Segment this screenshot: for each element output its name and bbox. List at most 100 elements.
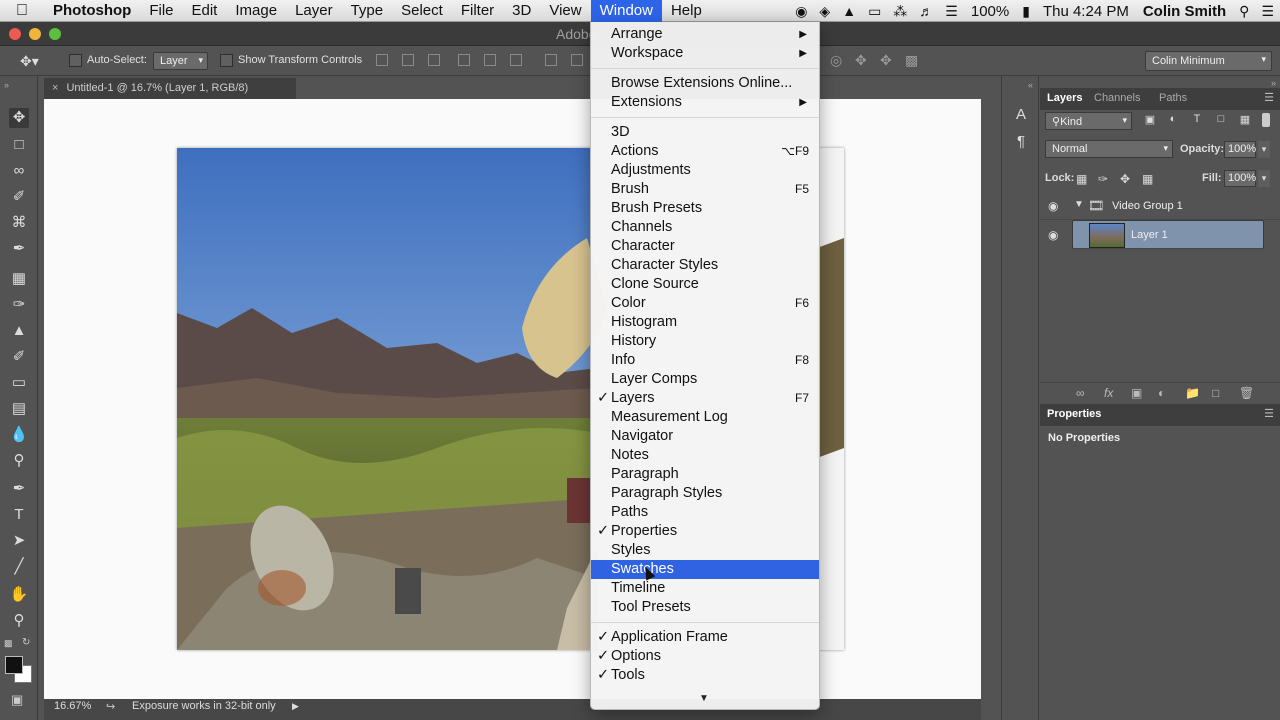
- apple-icon[interactable]: : [0, 2, 44, 20]
- menu-item-timeline[interactable]: Timeline: [591, 579, 819, 598]
- layer-row-video-group[interactable]: ◉ ▼ 🎞 Video Group 1: [1040, 193, 1280, 220]
- layers-panel-menu-icon[interactable]: ☰: [1264, 91, 1274, 104]
- collapse-tools-icon[interactable]: »: [4, 80, 9, 90]
- status-menu-arrow-icon[interactable]: ▶: [292, 701, 299, 712]
- document-tab[interactable]: × Untitled-1 @ 16.7% (Layer 1, RGB/8): [44, 78, 296, 99]
- gradient-tool-icon[interactable]: ▤: [9, 399, 29, 419]
- align-bottom-icon[interactable]: [428, 54, 440, 66]
- move-tool-icon[interactable]: ✥: [9, 108, 29, 128]
- foreground-color-swatch[interactable]: [5, 656, 23, 674]
- export-icon[interactable]: ↪: [106, 700, 115, 713]
- menu-item-brush[interactable]: Brush F5: [591, 180, 819, 199]
- menu-window[interactable]: Window: [590, 0, 662, 22]
- menu-item-channels[interactable]: Channels: [591, 218, 819, 237]
- menu-item-history[interactable]: History: [591, 332, 819, 351]
- creative-cloud-icon[interactable]: ◉: [789, 3, 813, 20]
- 3d-pan-icon[interactable]: ✥: [880, 52, 892, 69]
- menu-layer[interactable]: Layer: [286, 0, 342, 22]
- lock-all-icon[interactable]: ▦: [1142, 172, 1153, 186]
- lock-pixels-icon[interactable]: ✑: [1098, 172, 1108, 186]
- add-mask-icon[interactable]: ▣: [1131, 386, 1142, 400]
- filter-shape-icon[interactable]: □: [1214, 113, 1228, 127]
- pen-tool-icon[interactable]: ✒: [9, 479, 29, 499]
- filter-pixel-icon[interactable]: ▣: [1143, 113, 1157, 127]
- menu-item-adjustments[interactable]: Adjustments: [591, 161, 819, 180]
- menu-item-paths[interactable]: Paths: [591, 503, 819, 522]
- filter-adjustment-icon[interactable]: ◐: [1166, 113, 1180, 127]
- zoom-tool-icon[interactable]: ⚲: [9, 611, 29, 631]
- distribute-vcenter-icon[interactable]: [571, 54, 583, 66]
- layer-style-icon[interactable]: fx: [1104, 386, 1113, 400]
- align-vcenter-icon[interactable]: [402, 54, 414, 66]
- notification-icon[interactable]: ▲: [836, 3, 862, 19]
- menu-filter[interactable]: Filter: [452, 0, 503, 22]
- menu-select[interactable]: Select: [392, 0, 452, 22]
- app-menu[interactable]: Photoshop: [44, 0, 140, 22]
- 3d-roll-icon[interactable]: ✥: [855, 52, 867, 69]
- eraser-tool-icon[interactable]: ▭: [9, 373, 29, 393]
- marquee-tool-icon[interactable]: □: [9, 135, 29, 155]
- path-selection-tool-icon[interactable]: ➤: [9, 531, 29, 551]
- menu-help[interactable]: Help: [662, 0, 711, 22]
- menu-item-measurement-log[interactable]: Measurement Log: [591, 408, 819, 427]
- filter-type-icon[interactable]: T: [1190, 113, 1204, 127]
- menu-item-swatches[interactable]: Swatches: [591, 560, 819, 579]
- menu-item-info[interactable]: Info F8: [591, 351, 819, 370]
- menu-item-actions[interactable]: Actions ⌥F9: [591, 142, 819, 161]
- menu-item-options[interactable]: ✓ Options: [591, 647, 819, 666]
- tab-channels[interactable]: Channels: [1094, 92, 1140, 104]
- swap-colors-icon[interactable]: ↻: [22, 637, 30, 648]
- menu-item-brush-presets[interactable]: Brush Presets: [591, 199, 819, 218]
- vertical-scrollbar[interactable]: [981, 76, 1001, 720]
- menu-item-arrange[interactable]: Arrange ▶: [591, 25, 819, 44]
- menu-item-clone-source[interactable]: Clone Source: [591, 275, 819, 294]
- notification-center-icon[interactable]: ☰: [1255, 3, 1280, 20]
- quick-select-tool-icon[interactable]: ✐: [9, 187, 29, 207]
- distribute-top-icon[interactable]: [545, 54, 557, 66]
- blend-mode-dropdown[interactable]: Normal ▾: [1045, 140, 1173, 158]
- filter-smartobject-icon[interactable]: ▦: [1238, 113, 1252, 127]
- zoom-level[interactable]: 16.67%: [54, 700, 91, 712]
- visibility-eye-icon[interactable]: ◉: [1048, 228, 1058, 242]
- healing-brush-tool-icon[interactable]: ▦: [9, 269, 29, 289]
- menu-item-character[interactable]: Character: [591, 237, 819, 256]
- menu-item-application-frame[interactable]: ✓ Application Frame: [591, 628, 819, 647]
- collapse-panels-icon[interactable]: «: [1028, 80, 1033, 90]
- new-group-icon[interactable]: 📁: [1185, 386, 1200, 400]
- quick-mask-icon[interactable]: ▣: [11, 692, 23, 708]
- align-right-icon[interactable]: [510, 54, 522, 66]
- layer-filter-dropdown[interactable]: ⚲Kind ▾: [1045, 112, 1132, 130]
- menu-item-paragraph[interactable]: Paragraph: [591, 465, 819, 484]
- menu-image[interactable]: Image: [226, 0, 286, 22]
- clone-stamp-tool-icon[interactable]: ▲: [9, 321, 29, 341]
- menu-item-styles[interactable]: Styles: [591, 541, 819, 560]
- tab-layers[interactable]: Layers: [1047, 92, 1082, 104]
- tab-properties[interactable]: Properties: [1047, 408, 1101, 420]
- adjustment-layer-icon[interactable]: ◐: [1158, 386, 1165, 400]
- menu-file[interactable]: File: [140, 0, 182, 22]
- close-document-icon[interactable]: ×: [52, 82, 58, 94]
- visibility-eye-icon[interactable]: ◉: [1048, 199, 1058, 213]
- menu-type[interactable]: Type: [342, 0, 393, 22]
- menu-item-tools[interactable]: ✓ Tools: [591, 666, 819, 685]
- fill-input[interactable]: 100%: [1224, 170, 1256, 187]
- battery-icon[interactable]: ▮: [1016, 3, 1036, 20]
- dodge-tool-icon[interactable]: ⚲: [9, 451, 29, 471]
- battery-percent[interactable]: 100%: [964, 3, 1016, 20]
- menu-item-layer-comps[interactable]: Layer Comps: [591, 370, 819, 389]
- lasso-tool-icon[interactable]: ∞: [9, 161, 29, 181]
- blur-tool-icon[interactable]: 💧: [9, 425, 29, 445]
- align-hcenter-icon[interactable]: [484, 54, 496, 66]
- spotlight-search-icon[interactable]: ⚲: [1233, 3, 1255, 20]
- new-layer-icon[interactable]: □: [1212, 386, 1219, 400]
- align-top-icon[interactable]: [376, 54, 388, 66]
- disclosure-triangle-icon[interactable]: ▼: [1074, 199, 1084, 210]
- menu-scroll-down-icon[interactable]: ▼: [699, 693, 709, 704]
- expand-panels-icon[interactable]: »: [1271, 78, 1276, 88]
- volume-icon[interactable]: ♬: [913, 3, 939, 19]
- zoom-window-button[interactable]: [49, 28, 61, 40]
- paragraph-panel-icon[interactable]: ¶: [1012, 133, 1030, 150]
- menu-view[interactable]: View: [540, 0, 590, 22]
- menu-item-histogram[interactable]: Histogram: [591, 313, 819, 332]
- sync-icon[interactable]: ◈: [813, 3, 836, 20]
